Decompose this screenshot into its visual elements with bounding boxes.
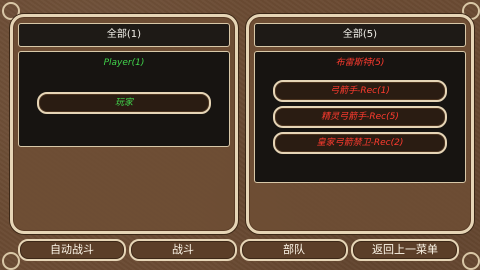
enemy-group-title: 布雷斯特(5) [335, 58, 385, 68]
enemy-unit-archer[interactable]: 弓箭手-Rec(1) [273, 80, 447, 102]
battle-button[interactable]: 战斗 [129, 239, 237, 261]
player-army-panel: 全部(1) Player(1) 玩家 [10, 14, 238, 234]
back-to-previous-menu-button[interactable]: 返回上一菜单 [351, 239, 459, 261]
enemy-unit-royal-archer-guard[interactable]: 皇家弓箭禁卫-Rec(2) [273, 132, 447, 154]
player-army-list: Player(1) 玩家 [18, 51, 230, 147]
enemy-army-list: 布雷斯特(5) 弓箭手-Rec(1) 精灵弓箭手-Rec(5) 皇家弓箭禁卫-R… [254, 51, 466, 183]
troops-button[interactable]: 部队 [240, 239, 348, 261]
player-filter-header[interactable]: 全部(1) [18, 23, 230, 47]
corner-ornament-bottom-left [2, 252, 20, 270]
player-unit-player[interactable]: 玩家 [37, 92, 211, 114]
corner-ornament-bottom-right [462, 252, 480, 270]
enemy-filter-header[interactable]: 全部(5) [254, 23, 466, 47]
enemy-unit-elf-archer[interactable]: 精灵弓箭手-Rec(5) [273, 106, 447, 128]
player-group-title: Player(1) [103, 58, 145, 68]
enemy-army-panel: 全部(5) 布雷斯特(5) 弓箭手-Rec(1) 精灵弓箭手-Rec(5) 皇家… [246, 14, 474, 234]
auto-battle-button[interactable]: 自动战斗 [18, 239, 126, 261]
